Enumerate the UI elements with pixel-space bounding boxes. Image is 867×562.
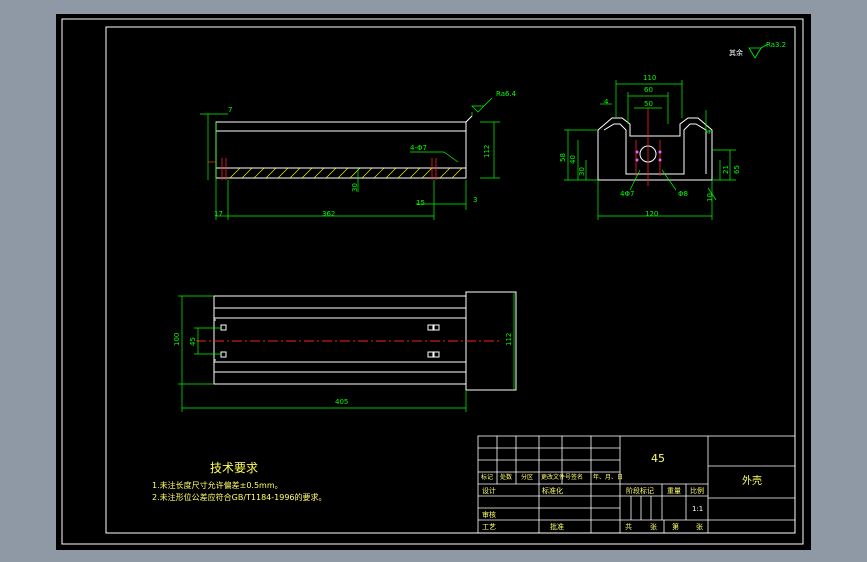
- dim-40: 40: [569, 155, 577, 164]
- tb-scale-label: 比例: [690, 487, 704, 495]
- tb-row-process: 工艺: [482, 523, 496, 531]
- dim-7: 7: [228, 106, 233, 114]
- top-view: [178, 291, 517, 412]
- dim-120: 120: [645, 210, 659, 218]
- tb-sheet-info: 第: [672, 523, 679, 531]
- dim-15: 15: [416, 199, 425, 207]
- dim-4-right: 4: [705, 129, 713, 134]
- dim-110: 110: [643, 74, 657, 82]
- dim-30-side: 30: [578, 167, 586, 176]
- part-name: 外壳: [742, 476, 762, 487]
- dim-60: 60: [644, 86, 653, 94]
- tb-header: 处数: [500, 474, 513, 481]
- tb-approve: 批准: [550, 523, 564, 531]
- dim-3: 3: [473, 196, 478, 204]
- tb-header: 分区: [521, 474, 534, 481]
- dim-100: 100: [173, 332, 181, 346]
- tb-weight: 重量: [667, 487, 681, 495]
- tb-stage-mark: 阶段标记: [626, 487, 654, 495]
- roughness-front-value: Ra6.4: [496, 90, 517, 98]
- dim-58: 58: [559, 153, 567, 162]
- inner-border: [105, 26, 796, 534]
- dim-112: 112: [483, 144, 491, 158]
- dim-21: 21: [722, 165, 730, 174]
- tb-header: 标记: [481, 474, 494, 481]
- roughness-general-label: 其余: [729, 49, 743, 57]
- tech-requirement-item: 2.未注形位公差应符合GB/T1184-1996的要求。: [152, 493, 327, 502]
- dim-4-hole-side: 4Φ7: [620, 190, 635, 198]
- dim-4-hole: 4-Φ7: [410, 144, 427, 152]
- outer-border: [61, 18, 804, 545]
- dim-10: 10: [706, 193, 714, 202]
- dim-45: 45: [189, 337, 197, 346]
- tech-requirements-title: 技术要求: [210, 461, 259, 475]
- tb-standardize: 标准化: [542, 487, 563, 495]
- scale-value: 1:1: [692, 505, 704, 513]
- tb-row-design: 设计: [482, 487, 496, 495]
- tb-sheet-info: 张: [650, 523, 657, 531]
- tech-requirement-item: 1.未注长度尺寸允许偏差±0.5mm。: [152, 481, 283, 490]
- tb-row-review: 审核: [482, 511, 496, 519]
- dim-50: 50: [644, 100, 653, 108]
- dim-362: 362: [322, 210, 336, 218]
- tb-header: 更改文件号: [541, 474, 572, 481]
- dim-112-top: 112: [505, 332, 513, 346]
- roughness-general-value: Ra3.2: [766, 41, 787, 49]
- dim-phi: Φ8: [678, 190, 688, 198]
- dim-30: 30: [351, 183, 359, 192]
- front-view: [200, 97, 500, 220]
- dim-405: 405: [335, 398, 349, 406]
- dim-65: 65: [733, 165, 741, 174]
- tb-sheet-info: 共: [625, 523, 632, 531]
- cad-drawing: [61, 18, 804, 545]
- dim-17: 17: [214, 210, 223, 218]
- material-label: 45: [651, 452, 665, 465]
- tb-header: 签名: [571, 474, 584, 481]
- tb-header: 年、月、日: [593, 474, 624, 481]
- tb-sheet-info: 张: [696, 523, 703, 531]
- dim-4-top: 4: [604, 98, 609, 106]
